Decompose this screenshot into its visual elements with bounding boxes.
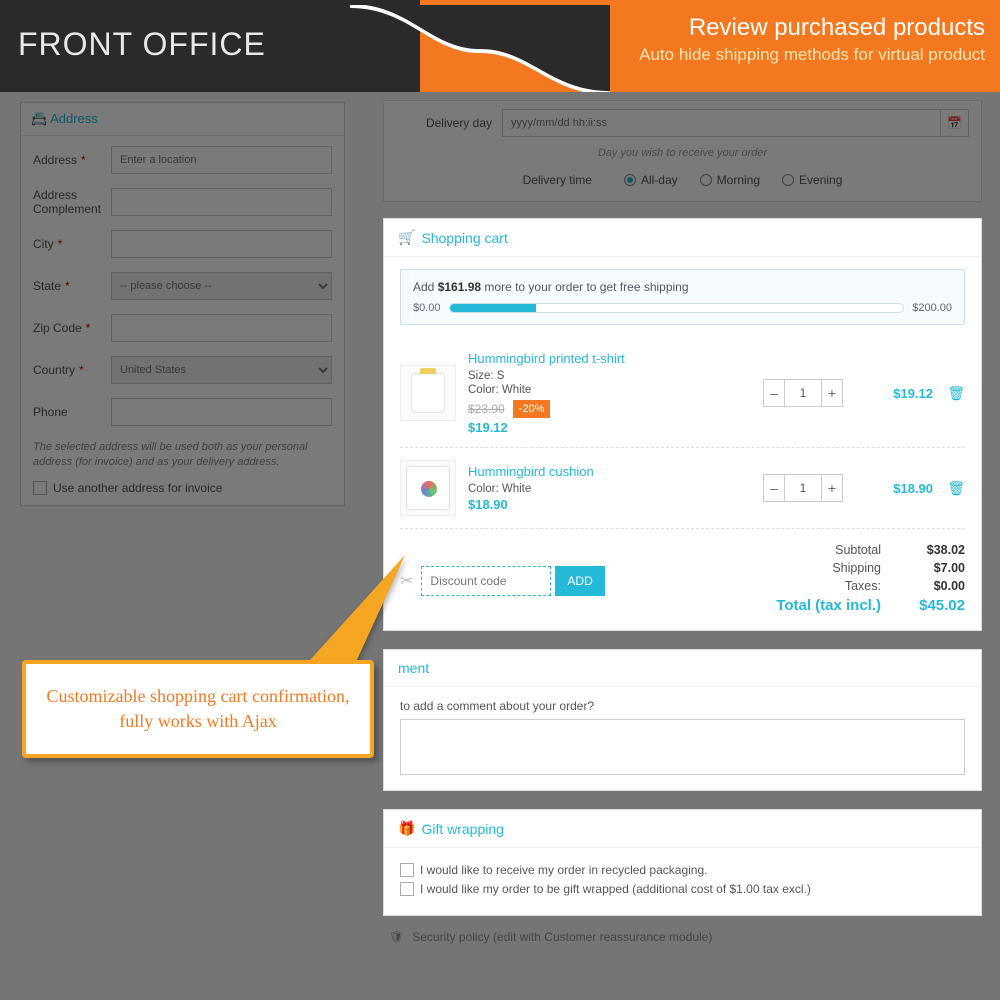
banner-title: Review purchased products — [639, 14, 985, 42]
free-shipping-progress — [449, 303, 905, 313]
city-input[interactable] — [111, 230, 332, 258]
delivery-day-input[interactable] — [502, 109, 941, 137]
line-total: $18.90 — [863, 481, 933, 496]
banner-left-text: FRONT OFFICE — [18, 26, 266, 63]
calendar-icon[interactable]: 📅 — [941, 109, 969, 137]
promo-banner: FRONT OFFICE Review purchased products A… — [0, 0, 1000, 92]
callout-box: Customizable shopping cart confirmation,… — [22, 660, 374, 758]
delivery-time-allday[interactable]: All-day — [624, 173, 678, 187]
qty-value[interactable]: 1 — [785, 379, 821, 407]
security-row: 🛡 Security policy (edit with Customer re… — [383, 916, 982, 944]
product-thumb — [400, 365, 456, 421]
invoice-address-checkbox[interactable] — [33, 481, 47, 495]
qty-increase-button[interactable]: + — [821, 474, 843, 502]
cart-item: Hummingbird cushion Color: White $18.90 … — [400, 448, 965, 529]
gift-panel: 🎁Gift wrapping I would like to receive m… — [383, 809, 982, 916]
address-complement-input[interactable] — [111, 188, 332, 216]
product-thumb — [400, 460, 456, 516]
delivery-panel: Delivery day 📅 Day you wish to receive y… — [383, 100, 982, 202]
product-name[interactable]: Hummingbird printed t-shirt — [468, 351, 743, 366]
order-comment-textarea[interactable] — [400, 719, 965, 775]
comment-panel: ment to add a comment about your order? — [383, 649, 982, 791]
add-discount-button[interactable]: ADD — [555, 566, 604, 596]
gift-wrap-checkbox[interactable] — [400, 882, 414, 896]
zip-input[interactable] — [111, 314, 332, 342]
phone-input[interactable] — [111, 398, 332, 426]
cart-item: Hummingbird printed t-shirt Size: S Colo… — [400, 339, 965, 448]
product-name[interactable]: Hummingbird cushion — [468, 464, 743, 479]
shield-icon: 🛡 — [389, 930, 404, 944]
qty-value[interactable]: 1 — [785, 474, 821, 502]
qty-decrease-button[interactable]: – — [763, 379, 785, 407]
address-header: 📇 Address — [21, 103, 344, 136]
country-select[interactable]: United States — [111, 356, 332, 384]
discount-badge: -20% — [513, 400, 551, 418]
free-shipping-box: Add $161.98 more to your order to get fr… — [400, 269, 965, 325]
remove-item-button[interactable]: 🗑 — [941, 480, 965, 497]
address-input[interactable] — [111, 146, 332, 174]
cart-panel: 🛒Shopping cart Add $161.98 more to your … — [383, 218, 982, 631]
remove-item-button[interactable]: 🗑 — [941, 385, 965, 402]
address-note: The selected address will be used both a… — [33, 440, 332, 471]
qty-increase-button[interactable]: + — [821, 379, 843, 407]
discount-code-input[interactable] — [421, 566, 551, 596]
delivery-time-morning[interactable]: Morning — [700, 173, 760, 187]
recycled-packaging-checkbox[interactable] — [400, 863, 414, 877]
comment-label: to add a comment about your order? — [400, 699, 594, 713]
gift-icon: 🎁 — [398, 820, 415, 837]
line-total: $19.12 — [863, 386, 933, 401]
address-panel: 📇 Address Address* Address Complement Ci… — [20, 102, 345, 506]
delivery-time-evening[interactable]: Evening — [782, 173, 842, 187]
cart-icon: 🛒 — [398, 229, 415, 246]
qty-decrease-button[interactable]: – — [763, 474, 785, 502]
state-select[interactable]: -- please choose -- — [111, 272, 332, 300]
banner-subtitle: Auto hide shipping methods for virtual p… — [639, 45, 985, 65]
